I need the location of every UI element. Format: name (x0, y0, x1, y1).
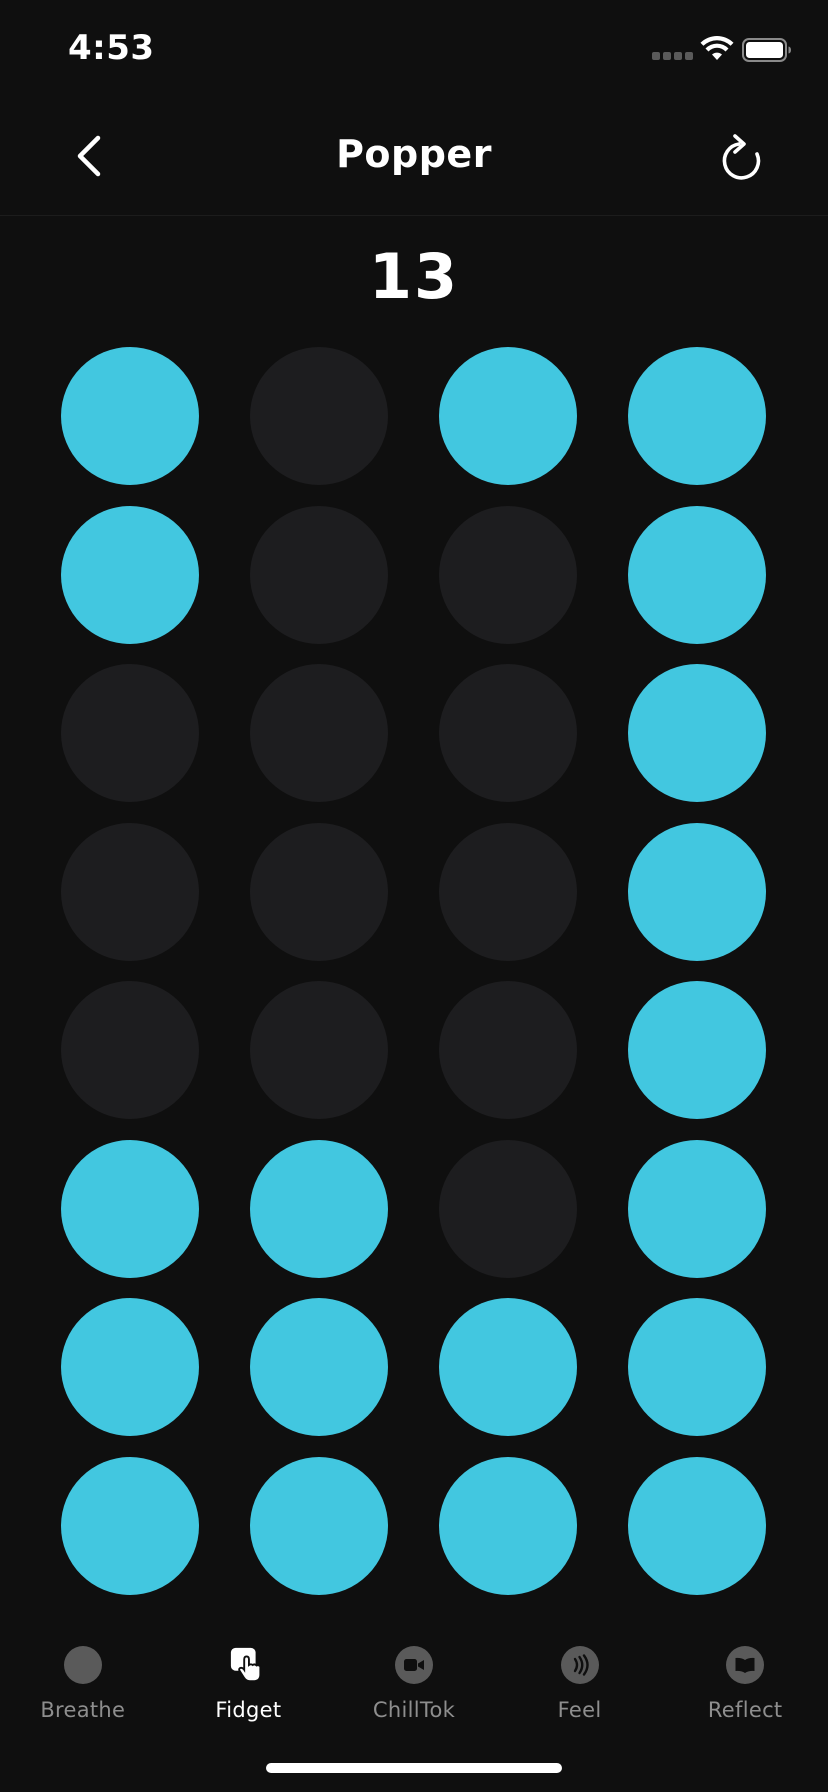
tab-label: Breathe (40, 1698, 126, 1722)
bubble[interactable] (61, 1298, 199, 1436)
bubble[interactable] (628, 664, 766, 802)
video-camera-icon (394, 1646, 433, 1684)
header: Popper (0, 100, 828, 216)
tab-breathe[interactable]: Breathe (0, 1620, 166, 1730)
bubble[interactable] (439, 664, 577, 802)
home-indicator[interactable] (266, 1763, 562, 1773)
bubble[interactable] (439, 822, 577, 961)
hand-tap-icon (229, 1646, 267, 1684)
tab-label: Reflect (707, 1698, 783, 1722)
status-time: 4:53 (68, 28, 155, 68)
refresh-icon (722, 134, 761, 180)
tab-fidget[interactable]: Fidget (166, 1620, 332, 1730)
bubble[interactable] (250, 1298, 388, 1436)
bubble[interactable] (628, 347, 766, 485)
bubble[interactable] (61, 1139, 199, 1278)
bubble[interactable] (439, 347, 577, 485)
bubble[interactable] (628, 1298, 766, 1436)
tab-chilltok[interactable]: ChillTok (331, 1620, 497, 1730)
bubble[interactable] (61, 981, 199, 1119)
page-title: Popper (336, 132, 492, 176)
battery-icon (742, 38, 791, 62)
bubble[interactable] (439, 981, 577, 1119)
haptic-waves-icon (560, 1646, 599, 1684)
wifi-icon (700, 36, 734, 60)
bubble[interactable] (61, 822, 199, 961)
bubble[interactable] (250, 981, 388, 1119)
circle-icon (63, 1646, 102, 1684)
tab-bar: Breathe Fidget ChillTok Feel Reflect (0, 1620, 828, 1730)
reset-button[interactable] (712, 128, 772, 188)
bubble[interactable] (61, 664, 199, 802)
bubble[interactable] (628, 822, 766, 961)
tab-feel[interactable]: Feel (497, 1620, 663, 1730)
bubble[interactable] (250, 1456, 388, 1595)
bubble[interactable] (439, 505, 577, 644)
tab-label: Feel (557, 1698, 602, 1722)
cellular-signal-icon (652, 52, 693, 60)
bubble[interactable] (250, 664, 388, 802)
tab-label: ChillTok (372, 1698, 456, 1722)
status-bar: 4:53 (0, 0, 828, 100)
pop-counter: 13 (368, 240, 460, 313)
bubble[interactable] (250, 1139, 388, 1278)
book-icon (726, 1646, 765, 1684)
bubble[interactable] (61, 505, 199, 644)
bubble[interactable] (628, 1456, 766, 1595)
bubble[interactable] (250, 347, 388, 485)
bubble[interactable] (439, 1298, 577, 1436)
bubble[interactable] (439, 1456, 577, 1595)
bubble-grid (61, 347, 767, 1595)
bubble[interactable] (61, 1456, 199, 1595)
bubble[interactable] (250, 822, 388, 961)
tab-label: Fidget (215, 1698, 282, 1722)
bubble[interactable] (628, 981, 766, 1119)
bubble[interactable] (61, 347, 199, 485)
bubble[interactable] (250, 505, 388, 644)
tab-reflect[interactable]: Reflect (662, 1620, 828, 1730)
bubble[interactable] (628, 1139, 766, 1278)
bubble[interactable] (628, 505, 766, 644)
bubble[interactable] (439, 1139, 577, 1278)
